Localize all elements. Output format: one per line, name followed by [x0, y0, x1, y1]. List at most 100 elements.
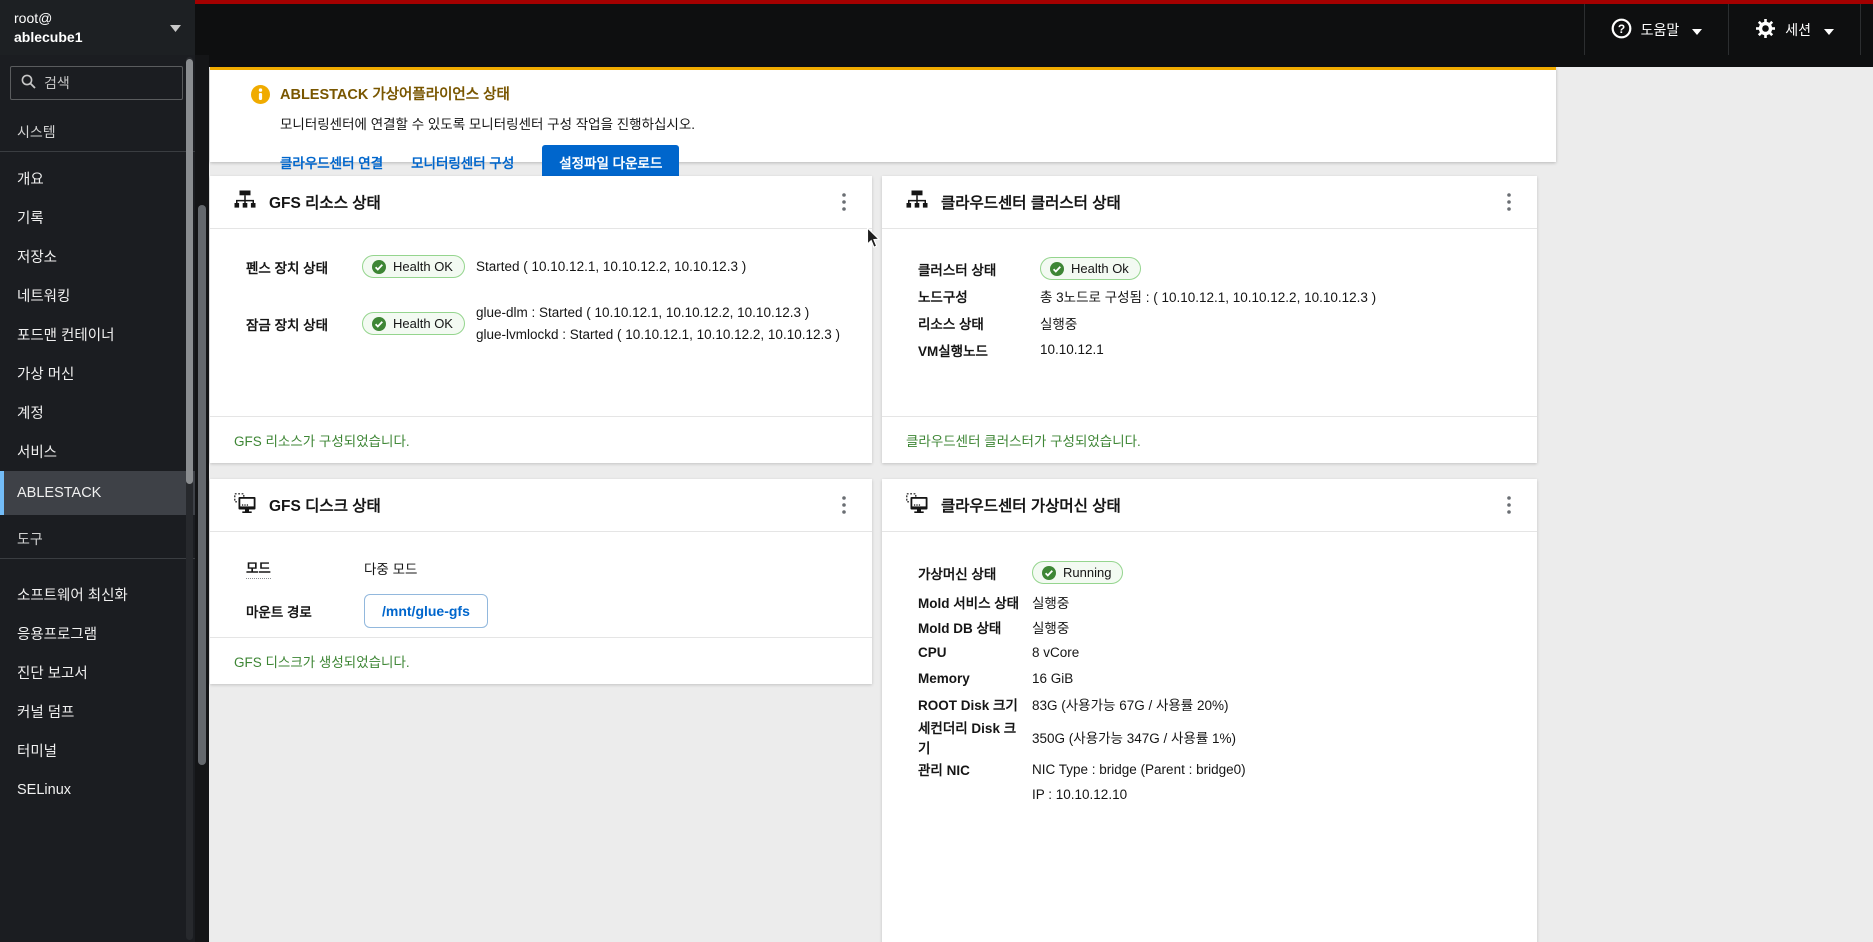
sidebar-scrollbar-thumb[interactable] — [186, 59, 193, 484]
secondary-disk-row: 세컨더리 Disk 크기 350G (사용가능 347G / 사용률 1%) — [918, 717, 1513, 757]
cluster-topology-icon — [234, 190, 256, 214]
row-value: 83G (사용가능 67G / 사용률 20%) — [1032, 694, 1513, 714]
sidebar-item-virtual-machines[interactable]: 가상 머신 — [0, 354, 195, 393]
help-menu[interactable]: ? 도움말 — [1584, 4, 1729, 55]
row-label: 클러스터 상태 — [918, 259, 1026, 279]
cloudcenter-connect-link[interactable]: 클라우드센터 연결 — [280, 152, 383, 172]
gfs-disk-status-card: GFS 디스크 상태 모드 다중 모드 마운트 경로 /mnt/glue-gfs… — [210, 479, 872, 684]
row-label: 펜스 장치 상태 — [246, 257, 352, 277]
health-status-badge: Health OK — [362, 255, 465, 278]
search-icon — [21, 74, 36, 92]
sidebar-item-podman[interactable]: 포드맨 컨테이너 — [0, 315, 195, 354]
row-label: Mold DB 상태 — [918, 617, 1020, 637]
health-status-badge: Health Ok — [1040, 257, 1141, 280]
session-menu[interactable]: 세션 — [1728, 4, 1861, 55]
gear-icon — [1755, 18, 1776, 42]
sidebar-item-kernel-dump[interactable]: 커널 덤프 — [0, 692, 195, 731]
sidebar-item-logs[interactable]: 기록 — [0, 198, 195, 237]
check-circle-icon — [372, 317, 386, 331]
virtual-machine-icon — [906, 493, 928, 518]
row-label: 노드구성 — [918, 286, 1026, 306]
sidebar-section-system: 시스템 — [0, 108, 195, 151]
row-label: Mold 서비스 상태 — [918, 592, 1020, 612]
mode-row: 모드 다중 모드 — [246, 554, 848, 581]
info-icon — [251, 85, 270, 109]
sidebar-item-storage[interactable]: 저장소 — [0, 237, 195, 276]
cpu-row: CPU 8 vCore — [918, 640, 1513, 666]
kebab-menu-icon[interactable] — [830, 491, 858, 519]
host-switcher[interactable]: root@ ablecube1 — [0, 0, 195, 55]
row-label: 잠금 장치 상태 — [246, 314, 352, 334]
card-footer-status: 클라우드센터 클러스터가 구성되었습니다. — [882, 416, 1537, 463]
running-status-badge: Running — [1032, 561, 1123, 584]
row-value: 실행중 — [1040, 313, 1513, 333]
kebab-menu-icon[interactable] — [830, 188, 858, 216]
gfs-resource-status-card: GFS 리소스 상태 펜스 장치 상태 Health OK Started ( … — [210, 176, 872, 463]
check-circle-icon — [1050, 262, 1064, 276]
content-scrollbar-thumb[interactable] — [198, 205, 206, 765]
appliance-status-alert: ABLESTACK 가상어플라이언스 상태 모니터링센터에 연결할 수 있도록 … — [210, 67, 1556, 162]
mount-path-row: 마운트 경로 /mnt/glue-gfs — [246, 594, 848, 628]
cloudcenter-vm-status-card: 클라우드센터 가상머신 상태 가상머신 상태 Running Mol — [882, 479, 1537, 942]
content-scrollbar[interactable] — [195, 55, 209, 942]
management-nic-row: 관리 NIC NIC Type : bridge (Parent : bridg… — [918, 757, 1513, 783]
cloudcenter-cluster-status-card: 클라우드센터 클러스터 상태 클러스터 상태 Health Ok 노 — [882, 176, 1537, 463]
row-value: 실행중 — [1032, 617, 1513, 637]
row-label: VM실행노드 — [918, 340, 1026, 360]
row-label: ROOT Disk 크기 — [918, 694, 1020, 714]
alert-description: 모니터링센터에 연결할 수 있도록 모니터링센터 구성 작업을 진행하십시오. — [280, 113, 1532, 133]
root-disk-row: ROOT Disk 크기 83G (사용가능 67G / 사용률 20%) — [918, 691, 1513, 717]
masthead-main: ? 도움말 세션 — [195, 0, 1873, 55]
sidebar-item-accounts[interactable]: 계정 — [0, 393, 195, 432]
sidebar-item-ablestack[interactable]: ABLESTACK — [0, 471, 195, 515]
sidebar: 검색 시스템 개요 기록 저장소 네트워킹 포드맨 컨테이너 가상 머신 계정 … — [0, 55, 195, 942]
sidebar-item-software-updates[interactable]: 소프트웨어 최신화 — [0, 575, 195, 614]
cluster-state-row: 클러스터 상태 Health Ok — [918, 255, 1513, 282]
search-placeholder: 검색 — [44, 73, 70, 93]
health-status-badge: Health OK — [362, 312, 465, 335]
chevron-down-icon — [170, 19, 181, 37]
vm-state-row: 가상머신 상태 Running — [918, 558, 1513, 587]
lock-device-row: 잠금 장치 상태 Health OK glue-dlm : Started ( … — [246, 302, 848, 345]
row-label: Memory — [918, 671, 1020, 686]
row-value: Started ( 10.10.12.1, 10.10.12.2, 10.10.… — [476, 256, 848, 278]
row-value: 실행중 — [1032, 592, 1513, 612]
sidebar-item-selinux[interactable]: SELinux — [0, 770, 195, 809]
download-config-button[interactable]: 설정파일 다운로드 — [542, 145, 679, 179]
sidebar-item-services[interactable]: 서비스 — [0, 432, 195, 471]
svg-text:?: ? — [1617, 22, 1624, 36]
row-value: 10.10.12.1 — [1040, 342, 1513, 357]
row-value: 8 vCore — [1032, 645, 1513, 660]
management-nic-ip-row: IP : 10.10.12.10 — [918, 782, 1513, 808]
card-title: GFS 디스크 상태 — [269, 494, 817, 516]
monitoringcenter-config-link[interactable]: 모니터링센터 구성 — [411, 152, 514, 172]
sidebar-item-terminal[interactable]: 터미널 — [0, 731, 195, 770]
row-label: 리소스 상태 — [918, 313, 1026, 333]
masthead: root@ ablecube1 ? 도움말 — [0, 0, 1873, 55]
memory-row: Memory 16 GiB — [918, 666, 1513, 692]
row-value: 다중 모드 — [364, 558, 848, 578]
host-name: ablecube1 — [14, 28, 82, 46]
sidebar-item-applications[interactable]: 응용프로그램 — [0, 614, 195, 653]
sidebar-item-diagnostic-reports[interactable]: 진단 보고서 — [0, 653, 195, 692]
chevron-down-icon — [1824, 22, 1834, 38]
resource-state-row: 리소스 상태 실행중 — [918, 309, 1513, 336]
alert-title: ABLESTACK 가상어플라이언스 상태 — [280, 83, 1532, 104]
node-config-row: 노드구성 총 3노드로 구성됨 : ( 10.10.12.1, 10.10.12… — [918, 282, 1513, 309]
sidebar-item-overview[interactable]: 개요 — [0, 159, 195, 198]
mold-service-row: Mold 서비스 상태 실행중 — [918, 589, 1513, 615]
kebab-menu-icon[interactable] — [1495, 491, 1523, 519]
vm-node-row: VM실행노드 10.10.12.1 — [918, 336, 1513, 363]
check-circle-icon — [1042, 566, 1056, 580]
sidebar-scrollbar[interactable] — [186, 57, 193, 940]
help-label: 도움말 — [1641, 20, 1680, 40]
session-label: 세션 — [1785, 20, 1811, 40]
mount-path-button[interactable]: /mnt/glue-gfs — [364, 594, 488, 628]
main-content: ABLESTACK 가상어플라이언스 상태 모니터링센터에 연결할 수 있도록 … — [209, 55, 1873, 942]
row-value: 350G (사용가능 347G / 사용률 1%) — [1032, 727, 1513, 747]
search-input[interactable]: 검색 — [10, 66, 183, 100]
sidebar-item-networking[interactable]: 네트워킹 — [0, 276, 195, 315]
kebab-menu-icon[interactable] — [1495, 188, 1523, 216]
row-label: 세컨더리 Disk 크기 — [918, 717, 1020, 757]
sidebar-section-tools: 도구 — [0, 515, 195, 558]
